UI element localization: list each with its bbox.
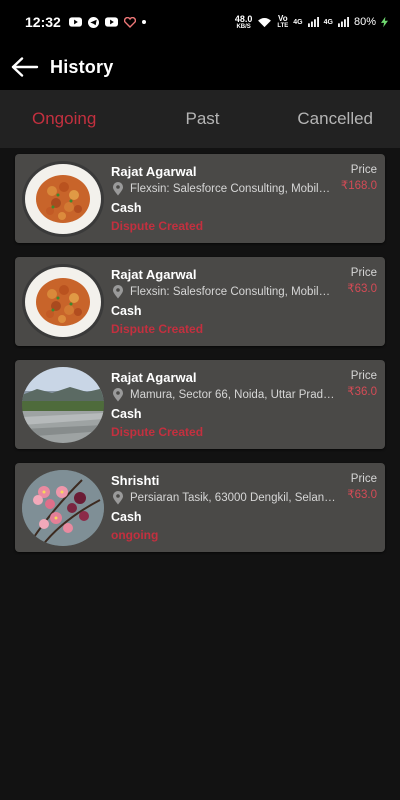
payment-method: Cash	[111, 407, 142, 421]
net-speed: 48.0 KB/S	[234, 13, 253, 30]
price-label: Price	[350, 473, 377, 485]
order-card[interactable]: Rajat Agarwal Flexsin: Salesforce Consul…	[15, 257, 385, 346]
system-icons: 48.0 KB/S Vo LTE 4G 4G 80%	[234, 13, 388, 30]
customer-name: Rajat Agarwal	[111, 267, 197, 282]
page-title: History	[50, 56, 114, 77]
youtube-icon	[104, 17, 118, 27]
signal-icon	[307, 17, 319, 27]
signal-icon-2	[338, 17, 349, 27]
location-pin-icon	[113, 182, 123, 196]
order-list: Rajat Agarwal Flexsin: Salesforce Consul…	[15, 154, 385, 566]
payment-method: Cash	[111, 510, 142, 524]
app-bar: History	[0, 44, 400, 90]
address-text: Flexsin: Salesforce Consulting, Mobile A…	[130, 183, 336, 195]
order-status: Dispute Created	[111, 219, 204, 233]
location-pin-icon	[113, 285, 123, 299]
youtube-icon	[68, 17, 82, 27]
order-status: ongoing	[111, 528, 159, 542]
order-image	[22, 264, 104, 340]
customer-name: Shrishti	[111, 473, 160, 488]
price-value: ₹36.0	[347, 386, 377, 398]
network-4g-label-2: 4G	[323, 18, 333, 26]
order-status: Dispute Created	[111, 425, 204, 439]
customer-name: Rajat Agarwal	[111, 164, 197, 179]
order-image	[22, 161, 104, 237]
order-card[interactable]: Rajat Agarwal Flexsin: Salesforce Consul…	[15, 154, 385, 243]
price-label: Price	[350, 267, 377, 279]
location-pin-icon	[113, 491, 123, 505]
order-card[interactable]: Shrishti Persiaran Tasik, 63000 Dengkil,…	[15, 463, 385, 552]
address-text: Persiaran Tasik, 63000 Dengkil, Selangor	[130, 492, 336, 504]
wifi-icon	[258, 17, 272, 27]
customer-name: Rajat Agarwal	[111, 370, 197, 385]
status-time: 12:32	[25, 14, 61, 30]
order-card[interactable]: Rajat Agarwal Mamura, Sector 66, Noida, …	[15, 360, 385, 449]
payment-method: Cash	[111, 304, 142, 318]
price-value: ₹168.0	[340, 180, 377, 192]
order-address: Mamura, Sector 66, Noida, Uttar Pradesh	[111, 388, 336, 402]
address-text: Flexsin: Salesforce Consulting, Mobile A…	[130, 286, 336, 298]
order-address: Persiaran Tasik, 63000 Dengkil, Selangor	[111, 491, 336, 505]
back-button[interactable]	[0, 44, 50, 90]
payment-method: Cash	[111, 201, 142, 215]
notification-icons	[68, 16, 146, 28]
address-text: Mamura, Sector 66, Noida, Uttar Pradesh	[130, 389, 336, 401]
order-image	[22, 367, 104, 443]
price-value: ₹63.0	[347, 283, 377, 295]
telegram-icon	[87, 16, 99, 28]
heart-icon	[123, 16, 136, 28]
dot-icon	[141, 20, 146, 24]
order-status: Dispute Created	[111, 322, 204, 336]
battery-level: 80%	[353, 16, 376, 28]
price-label: Price	[350, 370, 377, 382]
volte-label: Vo LTE	[277, 14, 289, 30]
tab-ongoing[interactable]: Ongoing	[0, 109, 146, 129]
order-image	[22, 470, 104, 546]
arrow-left-icon	[11, 57, 39, 77]
order-address: Flexsin: Salesforce Consulting, Mobile A…	[111, 285, 336, 299]
tab-past[interactable]: Past	[146, 109, 260, 129]
network-4g-label: 4G	[293, 18, 303, 26]
price-value: ₹63.0	[347, 489, 377, 501]
history-tabs: Ongoing Past Cancelled	[0, 90, 400, 148]
order-address: Flexsin: Salesforce Consulting, Mobile A…	[111, 182, 336, 196]
price-label: Price	[350, 164, 377, 176]
location-pin-icon	[113, 388, 123, 402]
charging-icon	[381, 16, 388, 28]
tab-cancelled[interactable]: Cancelled	[259, 109, 400, 129]
status-bar: 12:32 48.0 KB/S Vo LTE 4G 4G 80%	[0, 0, 400, 44]
